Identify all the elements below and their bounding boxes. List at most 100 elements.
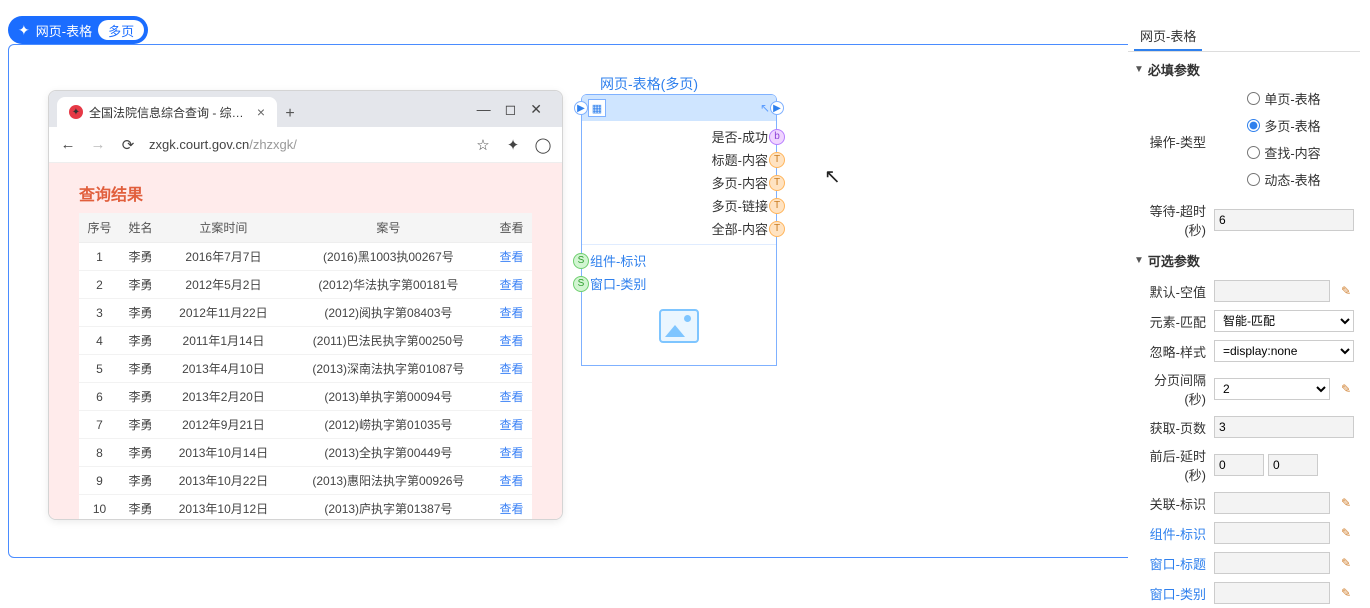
view-link[interactable]: 查看	[499, 418, 523, 432]
node-input-row[interactable]: S窗口-类别	[582, 272, 776, 295]
table-cell: 9	[79, 467, 120, 495]
node-output-row[interactable]: 多页-链接T	[582, 194, 776, 217]
view-link[interactable]: 查看	[499, 306, 523, 320]
table-header: 姓名	[120, 213, 161, 243]
radio-input[interactable]	[1247, 146, 1260, 159]
delay-label: 前后-延时(秒)	[1134, 446, 1206, 484]
section-optional[interactable]: ▼ 可选参数	[1128, 243, 1360, 276]
url-path: /zhzxgk/	[249, 137, 297, 152]
edit-icon[interactable]: ✎	[1338, 585, 1354, 601]
view-link[interactable]: 查看	[499, 278, 523, 292]
edit-icon[interactable]: ✎	[1338, 381, 1354, 397]
tab-close-icon[interactable]: ×	[257, 104, 265, 120]
table-cell: 2012年5月2日	[161, 271, 286, 299]
view-link[interactable]: 查看	[499, 334, 523, 348]
new-tab-button[interactable]: +	[277, 101, 303, 127]
default-input[interactable]	[1214, 280, 1330, 302]
section-optional-label: 可选参数	[1148, 251, 1200, 270]
view-link[interactable]: 查看	[499, 446, 523, 460]
table-cell: 2013年10月22日	[161, 467, 286, 495]
delay-a-input[interactable]	[1214, 454, 1264, 476]
comp-input[interactable]	[1214, 522, 1330, 544]
ignore-select[interactable]: =display:none	[1214, 340, 1354, 362]
minimize-icon[interactable]: —	[477, 101, 491, 117]
pages-input[interactable]	[1214, 416, 1354, 438]
maximize-icon[interactable]: ◻	[505, 101, 517, 118]
close-icon[interactable]: ✕	[530, 101, 542, 118]
nav-reload-icon[interactable]: ⟳	[119, 136, 137, 154]
table-cell: 1	[79, 243, 120, 271]
edit-icon[interactable]: ✎	[1338, 495, 1354, 511]
table-row: 8李勇2013年10月14日(2013)全执字第00449号查看	[79, 439, 532, 467]
table-row: 1李勇2016年7月7日(2016)黑1003执00267号查看	[79, 243, 532, 271]
workflow-node[interactable]: ▶ ▦ ↖ ▶ 是否-成功b标题-内容T多页-内容T多页-链接T全部-内容T S组…	[581, 94, 777, 366]
type-pill-icon: T	[769, 175, 785, 191]
view-link[interactable]: 查看	[499, 502, 523, 516]
type-pill-icon: T	[769, 152, 785, 168]
url-text[interactable]: zxgk.court.gov.cn/zhzxgk/	[149, 137, 462, 152]
breadcrumb-tag: 多页	[98, 20, 144, 40]
assoc-input[interactable]	[1214, 492, 1330, 514]
interval-select[interactable]: 2	[1214, 378, 1330, 400]
table-cell: 3	[79, 299, 120, 327]
node-output-row[interactable]: 多页-内容T	[582, 171, 776, 194]
op-radio[interactable]: 动态-表格	[1247, 170, 1320, 189]
table-cell: 7	[79, 411, 120, 439]
view-link[interactable]: 查看	[499, 474, 523, 488]
type-pill-icon: S	[573, 276, 589, 292]
browser-tab-strip: ✦ 全国法院信息综合查询 - 综合查询 × + — ◻ ✕	[49, 91, 562, 127]
table-cell: (2011)巴法民执字第00250号	[286, 327, 491, 355]
nav-back-icon[interactable]: ←	[59, 136, 77, 153]
table-cell: 李勇	[120, 411, 161, 439]
view-link[interactable]: 查看	[499, 362, 523, 376]
profile-icon[interactable]: ◯	[534, 136, 552, 154]
extension-icon[interactable]: ✦	[504, 136, 522, 154]
wait-input[interactable]	[1214, 209, 1354, 231]
node-output-label: 全部-内容	[712, 219, 768, 238]
node-output-row[interactable]: 标题-内容T	[582, 148, 776, 171]
edit-icon[interactable]: ✎	[1338, 525, 1354, 541]
match-label: 元素-匹配	[1134, 312, 1206, 331]
star-icon[interactable]: ☆	[474, 136, 492, 154]
op-radio[interactable]: 多页-表格	[1247, 116, 1320, 135]
type-pill-icon: T	[769, 198, 785, 214]
radio-input[interactable]	[1247, 119, 1260, 132]
results-table: 序号姓名立案时间案号查看 1李勇2016年7月7日(2016)黑1003执002…	[79, 213, 532, 520]
table-cell: 李勇	[120, 383, 161, 411]
op-radio[interactable]: 单页-表格	[1247, 89, 1320, 108]
radio-input[interactable]	[1247, 92, 1260, 105]
node-output-row[interactable]: 是否-成功b	[582, 125, 776, 148]
wclass-input[interactable]	[1214, 582, 1330, 604]
radio-input[interactable]	[1247, 173, 1260, 186]
table-cell: 2012年11月22日	[161, 299, 286, 327]
node-output-row[interactable]: 全部-内容T	[582, 217, 776, 240]
wtitle-input[interactable]	[1214, 552, 1330, 574]
match-select[interactable]: 智能-匹配	[1214, 310, 1354, 332]
node-output-handle[interactable]: ▶	[770, 101, 784, 115]
table-cell: (2012)崂执字第01035号	[286, 411, 491, 439]
node-header[interactable]: ▶ ▦ ↖ ▶	[582, 95, 776, 121]
node-input-row[interactable]: S组件-标识	[582, 249, 776, 272]
table-cell: 2011年1月14日	[161, 327, 286, 355]
node-input-label[interactable]: 窗口-类别	[590, 274, 646, 293]
panel-tab[interactable]: 网页-表格	[1134, 22, 1202, 51]
node-input-label[interactable]: 组件-标识	[590, 251, 646, 270]
view-link[interactable]: 查看	[499, 390, 523, 404]
chevron-down-icon: ▼	[1134, 255, 1144, 266]
embedded-browser: ✦ 全国法院信息综合查询 - 综合查询 × + — ◻ ✕ ← → ⟳ zxgk…	[48, 90, 563, 520]
node-input-handle[interactable]: ▶	[574, 101, 588, 115]
table-cell: 6	[79, 383, 120, 411]
table-row: 9李勇2013年10月22日(2013)惠阳法执字第00926号查看	[79, 467, 532, 495]
browser-tab[interactable]: ✦ 全国法院信息综合查询 - 综合查询 ×	[57, 97, 277, 127]
edit-icon[interactable]: ✎	[1338, 555, 1354, 571]
table-cell: 2013年10月12日	[161, 495, 286, 521]
section-required[interactable]: ▼必填参数	[1128, 52, 1360, 85]
edit-icon[interactable]: ✎	[1338, 283, 1354, 299]
delay-b-input[interactable]	[1268, 454, 1318, 476]
person-run-icon: ✦	[18, 22, 30, 39]
op-radio[interactable]: 查找-内容	[1247, 143, 1320, 162]
nav-forward-icon[interactable]: →	[89, 136, 107, 153]
table-cell: 李勇	[120, 243, 161, 271]
view-link[interactable]: 查看	[499, 250, 523, 264]
op-type-radios: 单页-表格多页-表格查找-内容动态-表格	[1214, 89, 1354, 193]
